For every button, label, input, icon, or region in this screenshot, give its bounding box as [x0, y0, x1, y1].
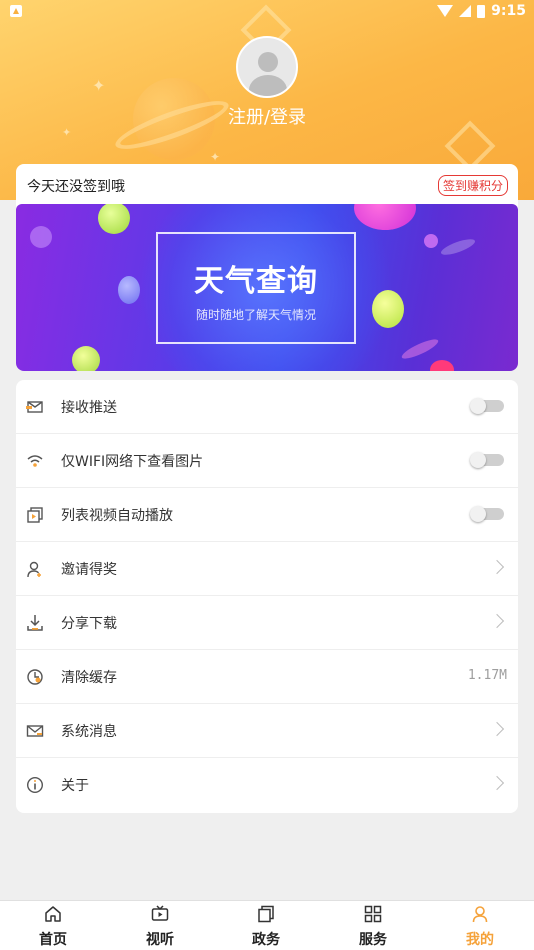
nav-label: 首页: [39, 932, 67, 948]
weather-banner[interactable]: 天气查询 随时随地了解天气情况: [16, 204, 518, 371]
chevron-right-icon: [489, 775, 505, 791]
chevron-right-icon: [489, 721, 505, 737]
setting-wifi-images[interactable]: 仅WIFI网络下查看图片: [16, 434, 518, 488]
setting-clear-cache[interactable]: 清除缓存 1.17M: [16, 650, 518, 704]
notification-app-icon: [10, 5, 22, 17]
banner-frame: 天气查询 随时随地了解天气情况: [156, 232, 356, 344]
wifi-status-icon: [437, 5, 454, 17]
setting-label: 列表视频自动播放: [61, 508, 173, 524]
setting-label: 邀请得奖: [61, 562, 117, 578]
documents-icon: [258, 905, 274, 923]
download-icon: [27, 615, 43, 631]
nav-home[interactable]: 首页: [0, 901, 106, 950]
nav-label: 视听: [146, 932, 174, 948]
setting-invite[interactable]: 邀请得奖: [16, 542, 518, 596]
clear-cache-icon: [27, 669, 43, 685]
login-register-link[interactable]: 注册/登录: [0, 103, 534, 129]
video-autoplay-toggle[interactable]: [470, 506, 504, 522]
nav-me[interactable]: 我的: [427, 901, 533, 950]
nav-label: 我的: [466, 932, 494, 948]
setting-label: 系统消息: [61, 724, 117, 740]
star-decoration: ✦: [210, 150, 221, 164]
battery-icon: [477, 4, 486, 18]
tv-icon: [151, 905, 169, 921]
setting-label: 接收推送: [61, 400, 117, 416]
nav-label: 政务: [252, 932, 280, 948]
nav-services[interactable]: 服务: [320, 901, 426, 950]
signal-icon: [459, 5, 472, 17]
banner-subtitle: 随时随地了解天气情况: [195, 308, 316, 322]
setting-label: 分享下载: [61, 616, 117, 632]
setting-about[interactable]: 关于: [16, 758, 518, 812]
nav-government[interactable]: 政务: [213, 901, 319, 950]
star-decoration: ✦: [92, 76, 106, 95]
setting-receive-push[interactable]: 接收推送: [16, 380, 518, 434]
avatar[interactable]: [236, 36, 298, 98]
sign-in-card: 今天还没签到哦 签到赚积分 天气查询 随时随地了解天气情况: [16, 164, 518, 371]
banner-title: 天气查询: [194, 264, 318, 299]
bottom-navigation: 首页 视听 政务 服务 我的: [0, 900, 534, 950]
person-icon: [472, 906, 488, 923]
status-time: 9:15: [491, 3, 526, 19]
setting-label: 仅WIFI网络下查看图片: [61, 454, 204, 470]
invite-user-icon: [27, 561, 41, 578]
push-toggle[interactable]: [470, 398, 504, 414]
setting-label: 清除缓存: [61, 670, 117, 686]
cache-size: 1.17M: [467, 668, 507, 683]
nav-media[interactable]: 视听: [107, 901, 213, 950]
home-icon: [45, 906, 61, 922]
sign-in-button[interactable]: 签到赚积分: [437, 175, 508, 196]
video-autoplay-icon: [27, 507, 43, 523]
chevron-right-icon: [489, 613, 505, 629]
wifi-images-toggle[interactable]: [470, 452, 504, 468]
push-envelope-icon: [26, 401, 43, 413]
wifi-icon: [27, 455, 43, 467]
setting-share-download[interactable]: 分享下载: [16, 596, 518, 650]
nav-label: 服务: [359, 932, 387, 948]
setting-label: 关于: [61, 778, 89, 794]
setting-system-messages[interactable]: 系统消息: [16, 704, 518, 758]
info-icon: [26, 776, 44, 794]
mail-icon: [26, 725, 44, 737]
chevron-right-icon: [489, 559, 505, 575]
grid-icon: [364, 905, 382, 923]
setting-video-autoplay[interactable]: 列表视频自动播放: [16, 488, 518, 542]
sign-in-prompt: 今天还没签到哦: [27, 179, 125, 195]
settings-list: 接收推送 仅WIFI网络下查看图片 列表视频自动播放 邀请得奖 分享下载 清除缓…: [16, 380, 518, 813]
